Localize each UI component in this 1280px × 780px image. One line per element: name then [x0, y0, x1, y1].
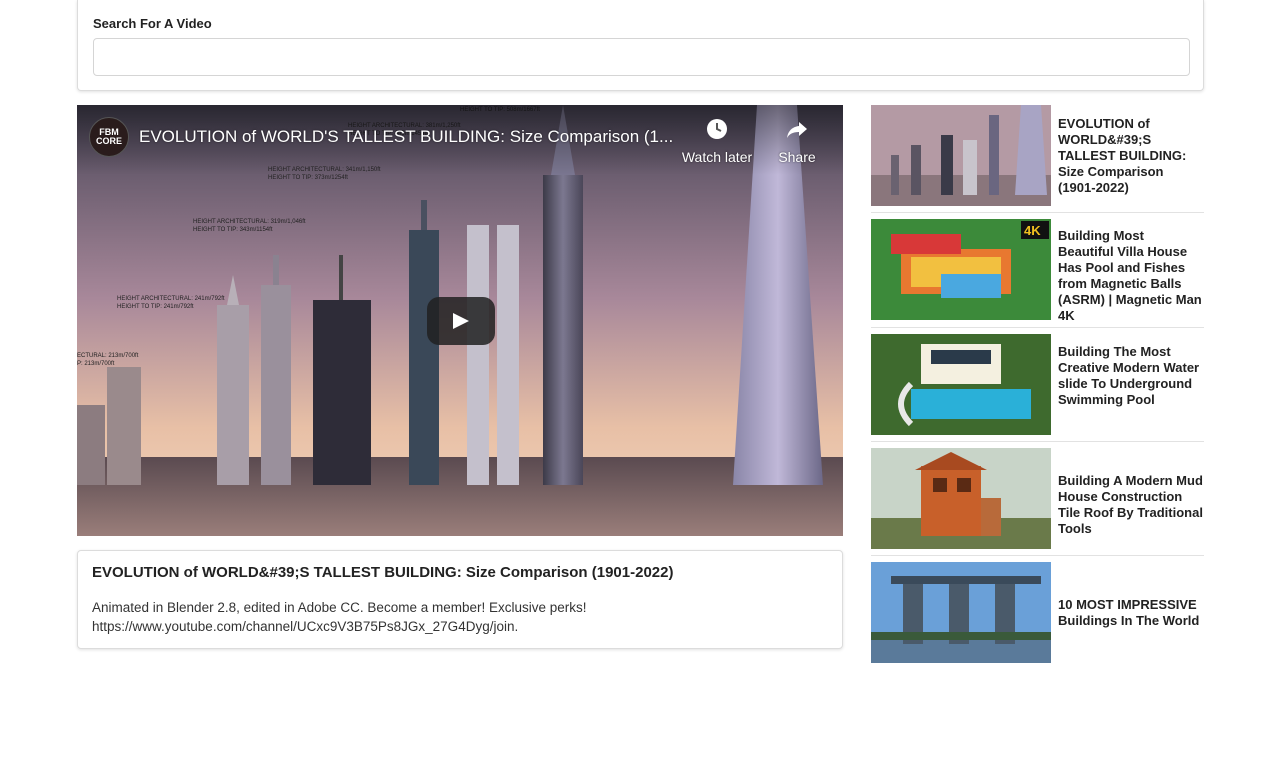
channel-avatar[interactable]: FBM CORE: [89, 117, 129, 157]
play-button[interactable]: [427, 297, 495, 345]
thumbnail-badge: 4K: [1024, 223, 1041, 238]
scene-annotation: P: 213m/700ft: [77, 361, 115, 367]
related-video-item[interactable]: EVOLUTION of WORLD&#39;S TALLEST BUILDIN…: [871, 105, 1204, 213]
video-description-card: EVOLUTION of WORLD&#39;S TALLEST BUILDIN…: [77, 550, 843, 649]
scene-annotation: HEIGHT ARCHITECTURAL: 241m/792ft: [117, 296, 225, 302]
watch-later-button[interactable]: Watch later: [679, 117, 755, 165]
related-video-item[interactable]: Building The Most Creative Modern Water …: [871, 334, 1204, 442]
related-video-item[interactable]: 10 MOST IMPRESSIVE Buildings In The Worl…: [871, 562, 1204, 663]
video-title: EVOLUTION of WORLD&#39;S TALLEST BUILDIN…: [92, 564, 674, 581]
related-video-title[interactable]: 10 MOST IMPRESSIVE Buildings In The Worl…: [1058, 597, 1203, 629]
search-label: Search For A Video: [93, 16, 212, 31]
share-button[interactable]: Share: [759, 117, 835, 165]
related-video-thumbnail[interactable]: 4K: [871, 219, 1051, 320]
related-video-thumbnail[interactable]: [871, 334, 1051, 435]
related-video-thumbnail[interactable]: [871, 105, 1051, 206]
related-video-title[interactable]: Building The Most Creative Modern Water …: [1058, 344, 1203, 408]
scene-annotation: HEIGHT TO TIP: 373m/1254ft: [268, 175, 348, 181]
search-card: Search For A Video: [77, 0, 1204, 91]
scene-annotation: ECTURAL: 213m/700ft: [77, 353, 139, 359]
share-arrow-icon: [759, 117, 835, 145]
player-video-title[interactable]: EVOLUTION of WORLD'S TALLEST BUILDING: S…: [139, 127, 679, 147]
related-video-thumbnail[interactable]: [871, 448, 1051, 549]
related-video-title[interactable]: Building A Modern Mud House Construction…: [1058, 473, 1203, 537]
video-player[interactable]: HEIGHT TO TIP: 508m/1667ft HEIGHT ARCHIT…: [77, 105, 843, 536]
share-label: Share: [778, 149, 816, 165]
scene-annotation: HEIGHT ARCHITECTURAL: 319m/1,046ft: [193, 219, 306, 225]
scene-annotation: HEIGHT TO TIP: 343m/1154ft: [193, 227, 273, 233]
video-description: Animated in Blender 2.8, edited in Adobe…: [92, 600, 587, 634]
related-video-title[interactable]: EVOLUTION of WORLD&#39;S TALLEST BUILDIN…: [1058, 116, 1203, 196]
related-video-item[interactable]: 4K Building Most Beautiful Villa House H…: [871, 219, 1204, 328]
watch-later-label: Watch later: [681, 149, 753, 165]
related-video-item[interactable]: Building A Modern Mud House Construction…: [871, 448, 1204, 556]
clock-icon: [679, 117, 755, 145]
search-input[interactable]: [93, 38, 1190, 76]
related-video-thumbnail[interactable]: [871, 562, 1051, 663]
scene-annotation: HEIGHT TO TIP: 241m/792ft: [117, 304, 194, 310]
related-video-title[interactable]: Building Most Beautiful Villa House Has …: [1058, 228, 1203, 324]
play-icon: [453, 313, 469, 329]
